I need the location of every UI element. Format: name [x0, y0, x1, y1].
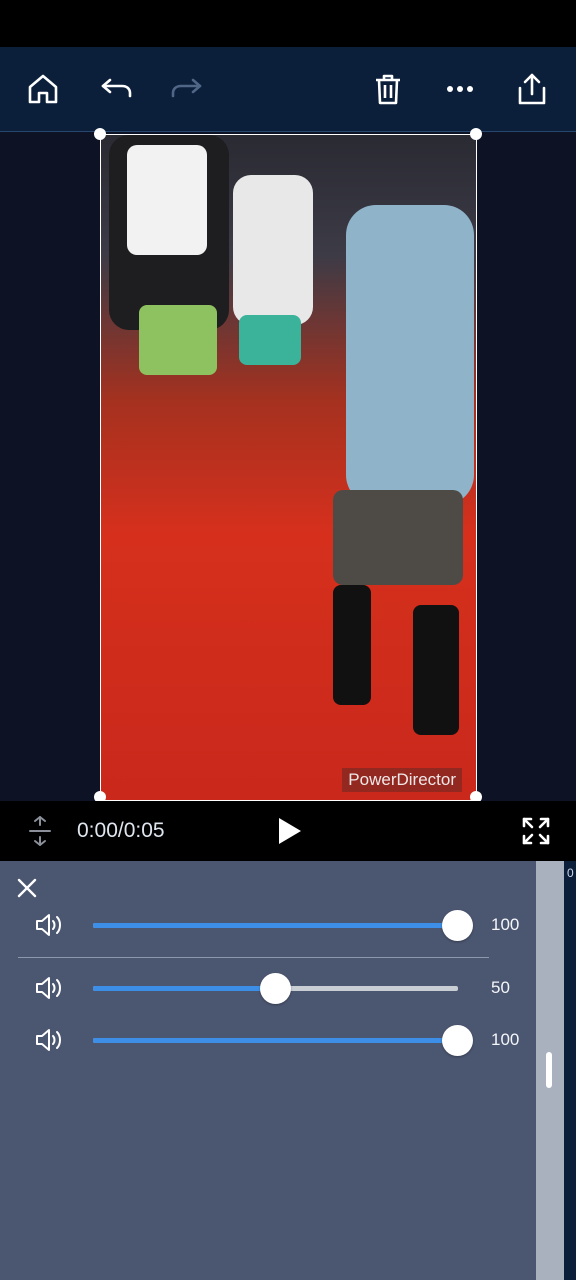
- playback-time: 0:00/0:05: [77, 819, 165, 842]
- video-shape: [413, 605, 459, 735]
- share-button[interactable]: [512, 69, 552, 109]
- volume-value: 50: [491, 978, 510, 997]
- top-toolbar: [0, 47, 576, 132]
- playback-bar: 0:00/0:05: [0, 801, 576, 861]
- video-shape: [239, 315, 301, 365]
- close-icon[interactable]: [14, 875, 40, 901]
- divider: [18, 957, 489, 958]
- volume-value: 100: [491, 915, 520, 934]
- scroll-thumb[interactable]: [546, 1052, 552, 1088]
- more-button[interactable]: [440, 69, 480, 109]
- fullscreen-icon[interactable]: [521, 816, 551, 846]
- delete-button[interactable]: [368, 69, 408, 109]
- redo-icon: [171, 78, 202, 98]
- volume-slider-knob[interactable]: [442, 910, 473, 941]
- crop-handle-top-right[interactable]: [470, 128, 482, 140]
- volume-slider[interactable]: [93, 973, 458, 1004]
- speaker-icon[interactable]: [34, 1026, 64, 1054]
- volume-slider[interactable]: [93, 1025, 473, 1056]
- video-shape: [139, 305, 217, 375]
- more-icon: [447, 86, 473, 92]
- video-shape: [333, 585, 371, 705]
- status-bar: [0, 0, 576, 47]
- redo-button[interactable]: [167, 69, 207, 109]
- volume-slider-fill: [93, 923, 458, 928]
- video-shape: [233, 175, 313, 325]
- home-icon: [28, 74, 58, 104]
- volume-row: 50: [0, 968, 536, 1008]
- home-button[interactable]: [23, 69, 63, 109]
- timeline-edge-label: 0: [567, 866, 574, 880]
- video-shape: [346, 205, 474, 505]
- video-shape: [333, 490, 463, 585]
- video-preview[interactable]: PowerDirector: [100, 134, 477, 801]
- speaker-icon[interactable]: [34, 974, 64, 1002]
- share-icon: [518, 73, 546, 105]
- preview-area: PowerDirector: [0, 128, 576, 803]
- undo-button[interactable]: [96, 69, 136, 109]
- crop-handle-top-left[interactable]: [94, 128, 106, 140]
- resize-handle-icon[interactable]: [27, 815, 53, 847]
- timeline-edge: [564, 861, 576, 1280]
- undo-icon: [101, 78, 132, 98]
- volume-row: 100: [0, 905, 536, 945]
- video-shape: [127, 145, 207, 255]
- volume-slider[interactable]: [93, 910, 473, 941]
- trash-icon: [376, 74, 400, 105]
- volume-row: 100: [0, 1020, 536, 1060]
- volume-slider-knob[interactable]: [259, 973, 291, 1004]
- watermark: PowerDirector: [342, 768, 462, 792]
- volume-slider-knob[interactable]: [442, 1025, 473, 1056]
- play-icon[interactable]: [276, 816, 304, 846]
- volume-slider-fill: [93, 1038, 458, 1043]
- speaker-icon[interactable]: [34, 911, 64, 939]
- volume-value: 100: [491, 1030, 520, 1049]
- volume-slider-fill: [93, 986, 276, 991]
